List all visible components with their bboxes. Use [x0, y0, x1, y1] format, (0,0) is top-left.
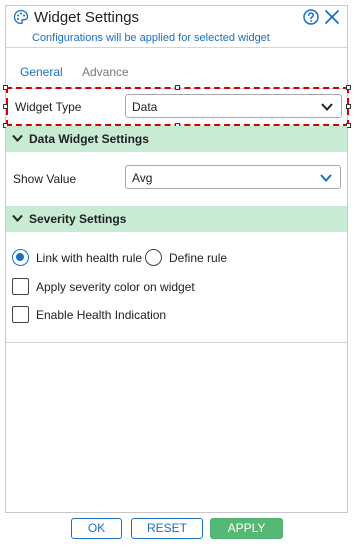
show-value-value: Avg	[132, 171, 153, 185]
widget-settings-panel: Widget Settings Configurations will be a…	[3, 5, 351, 513]
link-health-rule-label: Link with health rule	[36, 251, 143, 265]
section-title: Severity Settings	[29, 212, 127, 226]
panel-subtitle: Configurations will be applied for selec…	[32, 32, 270, 44]
show-value-select[interactable]: Avg	[125, 165, 341, 189]
resize-handle[interactable]	[3, 85, 8, 90]
apply-severity-color-label: Apply severity color on widget	[36, 280, 195, 294]
chevron-down-icon	[12, 134, 23, 142]
resize-handle[interactable]	[346, 85, 351, 90]
panel-header: Widget Settings Configurations will be a…	[6, 6, 347, 48]
link-health-rule-radio[interactable]	[12, 249, 29, 266]
define-rule-radio[interactable]	[145, 249, 162, 266]
apply-button[interactable]: APPLY	[210, 518, 283, 539]
close-icon[interactable]	[324, 9, 340, 25]
widget-type-select[interactable]: Data	[125, 94, 342, 118]
tab-general[interactable]: General	[20, 65, 63, 79]
chevron-down-icon	[320, 174, 332, 182]
tab-advance[interactable]: Advance	[82, 65, 129, 79]
divider	[6, 342, 347, 343]
palette-icon	[13, 9, 29, 25]
apply-severity-color-checkbox[interactable]	[12, 278, 29, 295]
widget-type-value: Data	[132, 100, 158, 114]
severity-settings-header[interactable]: Severity Settings	[6, 206, 347, 232]
show-value-label: Show Value	[13, 172, 77, 186]
enable-health-indication-label: Enable Health Indication	[36, 308, 167, 322]
define-rule-label: Define rule	[169, 251, 228, 265]
widget-type-row: Widget Type Data	[6, 87, 349, 126]
resize-handle[interactable]	[346, 104, 351, 109]
resize-handle[interactable]	[3, 104, 8, 109]
enable-health-indication-checkbox[interactable]	[12, 306, 29, 323]
panel-title: Widget Settings	[34, 9, 140, 26]
help-circle-icon[interactable]	[303, 9, 319, 25]
chevron-down-icon	[12, 214, 23, 222]
resize-handle[interactable]	[175, 85, 180, 90]
reset-button[interactable]: RESET	[131, 518, 203, 539]
ok-button[interactable]: OK	[71, 518, 122, 539]
section-title: Data Widget Settings	[29, 132, 149, 146]
widget-type-label: Widget Type	[15, 100, 82, 114]
chevron-down-icon	[321, 103, 333, 111]
data-widget-settings-header[interactable]: Data Widget Settings	[6, 126, 347, 152]
